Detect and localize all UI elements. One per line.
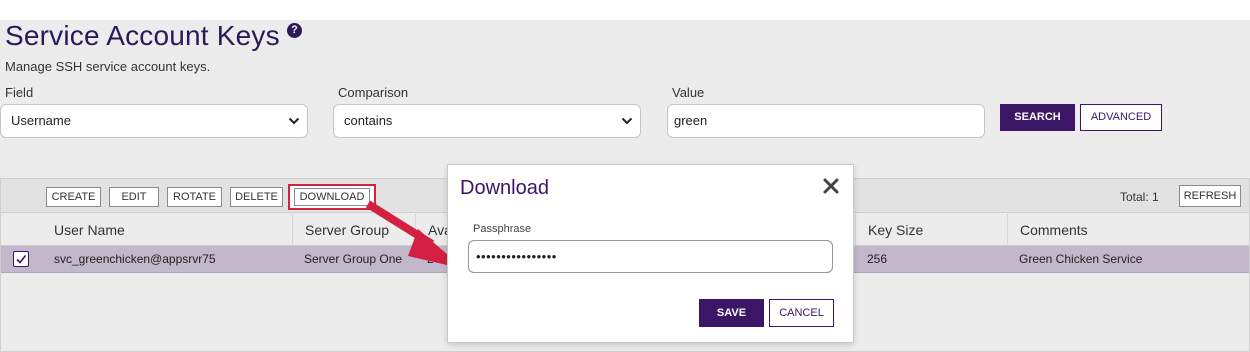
cell-user-name: svc_greenchicken@appsrvr75: [54, 252, 216, 266]
advanced-button[interactable]: ADVANCED: [1080, 104, 1162, 131]
column-header-comments[interactable]: Comments: [1007, 214, 1249, 246]
dialog-title: Download: [460, 177, 549, 199]
download-dialog: Download Passphrase •••••••••••••••• SAV…: [447, 164, 854, 343]
comparison-select-value: contains: [344, 113, 393, 128]
field-select-value: Username: [11, 113, 71, 128]
page-subtitle: Manage SSH service account keys.: [5, 59, 211, 74]
column-header-user-name[interactable]: User Name: [42, 214, 292, 246]
input-focus-ring: [468, 240, 833, 273]
chevron-down-icon: [287, 105, 301, 137]
comparison-select[interactable]: contains: [333, 104, 641, 138]
field-select[interactable]: Username: [0, 104, 308, 138]
refresh-button[interactable]: REFRESH: [1179, 185, 1241, 207]
save-button[interactable]: SAVE: [699, 299, 764, 327]
value-label: Value: [672, 85, 705, 100]
create-button[interactable]: CREATE: [46, 187, 101, 207]
chevron-down-icon: [620, 105, 634, 137]
close-icon[interactable]: [822, 177, 840, 195]
page-title: Service Account Keys: [5, 20, 280, 51]
check-icon: [16, 255, 27, 264]
row-checkbox[interactable]: [13, 251, 29, 267]
passphrase-input[interactable]: ••••••••••••••••: [468, 240, 833, 273]
value-input-text: green: [674, 113, 708, 128]
cell-key-size: 256: [867, 252, 888, 266]
help-icon[interactable]: ?: [287, 23, 302, 38]
comparison-label: Comparison: [338, 85, 409, 100]
total-count: Total: 1: [1120, 190, 1159, 204]
cancel-button[interactable]: CANCEL: [769, 299, 834, 327]
delete-button[interactable]: DELETE: [230, 187, 283, 207]
cell-comments: Green Chicken Service: [1019, 252, 1143, 266]
field-label: Field: [5, 85, 34, 100]
passphrase-label: Passphrase: [473, 223, 532, 235]
column-header-key-size[interactable]: Key Size: [855, 214, 1007, 246]
value-input[interactable]: green: [667, 104, 985, 138]
edit-button[interactable]: EDIT: [109, 187, 159, 207]
rotate-button[interactable]: ROTATE: [167, 187, 222, 207]
download-button[interactable]: DOWNLOAD: [294, 188, 370, 206]
search-button[interactable]: SEARCH: [1000, 104, 1075, 131]
